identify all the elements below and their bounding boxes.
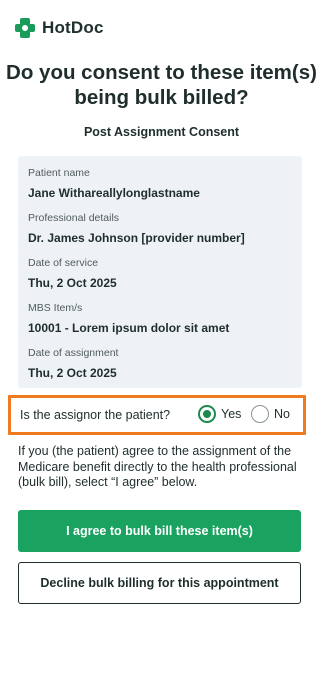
field-label: Date of assignment [28, 347, 119, 359]
field-value: Jane Withareallylonglastname [28, 186, 200, 200]
date-of-service-field: Date of service Thu, 2 Oct 2025 [28, 256, 117, 291]
field-value: Thu, 2 Oct 2025 [28, 366, 117, 380]
field-label: Professional details [28, 212, 120, 224]
assignor-question-group: Is the assignor the patient? Yes No [8, 395, 306, 435]
page-subtitle: Post Assignment Consent [83, 125, 240, 139]
field-label: Date of service [28, 257, 99, 269]
radio-selected-icon[interactable] [198, 405, 216, 423]
consent-info-text: If you (the patient) agree to the assign… [18, 444, 297, 489]
radio-yes-label[interactable]: Yes [221, 407, 241, 421]
hotdoc-logo: HotDoc [14, 17, 104, 39]
radio-yes[interactable]: Yes [198, 405, 241, 423]
page-title: Do you consent to these item(s) being bu… [6, 61, 317, 109]
patient-name-field: Patient name Jane Withareallylonglastnam… [28, 166, 200, 201]
brand-name: HotDoc [42, 18, 104, 37]
radio-no-label[interactable]: No [274, 407, 290, 421]
field-value: Dr. James Johnson [provider number] [28, 231, 245, 245]
decline-bulk-bill-button[interactable]: Decline bulk billing for this appointmen… [18, 562, 301, 604]
field-label: MBS Item/s [28, 302, 83, 314]
professional-details-field: Professional details Dr. James Johnson [… [28, 211, 245, 246]
field-value: Thu, 2 Oct 2025 [28, 276, 117, 290]
radio-no[interactable]: No [251, 405, 290, 423]
date-of-assignment-field: Date of assignment Thu, 2 Oct 2025 [28, 346, 118, 381]
field-value: 10001 - Lorem ipsum dolor sit amet [28, 321, 230, 335]
radio-unselected-icon[interactable] [251, 405, 269, 423]
mbs-items-field: MBS Item/s 10001 - Lorem ipsum dolor sit… [28, 301, 229, 336]
field-label: Patient name [28, 167, 90, 179]
assignor-question: Is the assignor the patient? [20, 408, 171, 422]
appointment-details-card: Patient name Jane Withareallylonglastnam… [18, 156, 302, 388]
agree-bulk-bill-button[interactable]: I agree to bulk bill these item(s) [18, 510, 301, 552]
medical-cross-icon [15, 18, 35, 38]
